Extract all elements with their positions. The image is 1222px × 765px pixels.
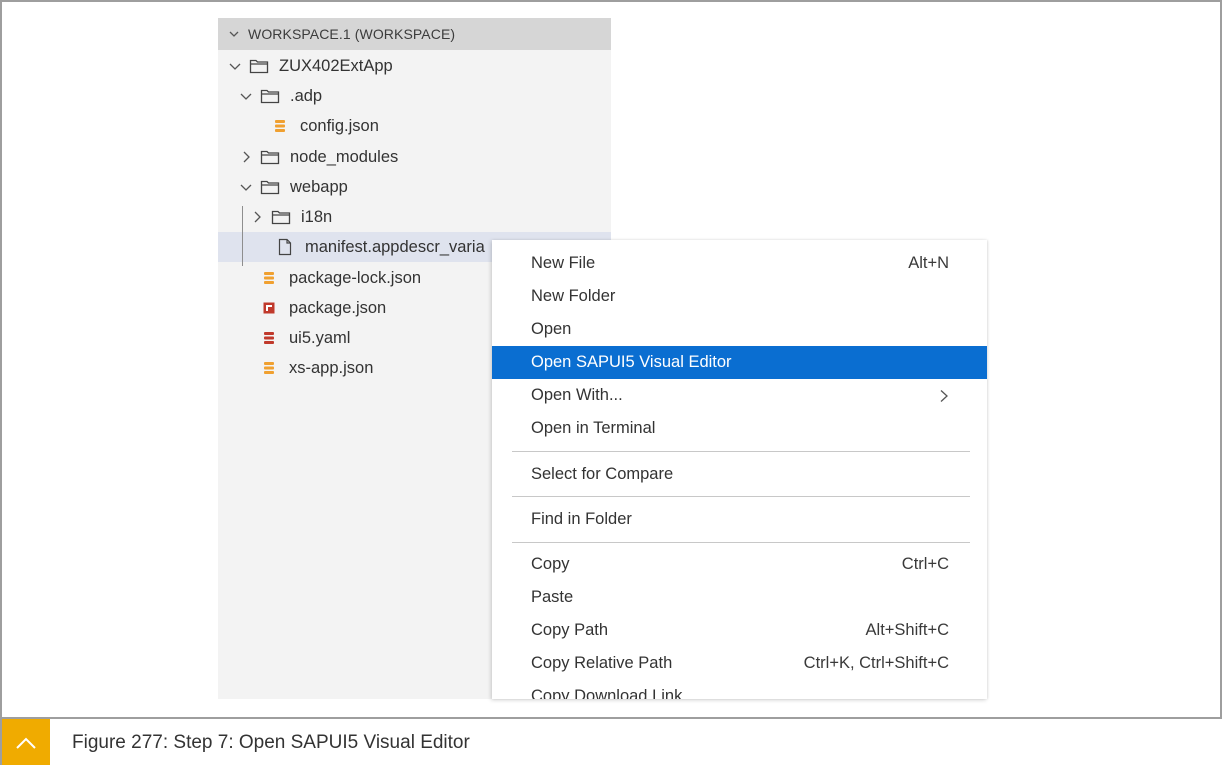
menu-item-open[interactable]: Open <box>492 313 987 346</box>
menu-item-copy-relative-path[interactable]: Copy Relative Path Ctrl+K, Ctrl+Shift+C <box>492 647 987 680</box>
context-menu: New File Alt+N New Folder Open Open SAPU… <box>492 240 987 699</box>
menu-item-find-in-folder[interactable]: Find in Folder <box>492 503 987 536</box>
tree-item-node-modules[interactable]: node_modules <box>218 142 611 172</box>
tree-item-label: ZUX402ExtApp <box>279 56 393 75</box>
menu-item-shortcut: Alt+Shift+C <box>865 621 949 639</box>
tree-item-label: package.json <box>289 298 387 317</box>
figure-caption: Figure 277: Step 7: Open SAPUI5 Visual E… <box>72 732 470 753</box>
tree-item-label: i18n <box>301 207 333 226</box>
chevron-down-icon <box>240 93 252 100</box>
menu-item-label: Open in Terminal <box>531 419 656 437</box>
menu-item-label: Find in Folder <box>531 510 632 528</box>
tree-item-label: xs-app.json <box>289 358 374 377</box>
chevron-up-icon <box>16 737 36 749</box>
menu-item-label: New File <box>531 254 596 272</box>
workspace-title: WORKSPACE.1 (WORKSPACE) <box>248 26 456 42</box>
menu-item-label: New Folder <box>531 287 616 305</box>
folder-icon <box>260 178 280 196</box>
file-icon <box>275 238 295 256</box>
folder-icon <box>271 208 291 226</box>
tree-item-label: package-lock.json <box>289 268 422 287</box>
menu-separator <box>512 496 970 497</box>
figure-frame: WORKSPACE.1 (WORKSPACE) ZUX402ExtApp .ad… <box>0 0 1222 765</box>
tree-item-webapp[interactable]: webapp <box>218 172 611 202</box>
menu-item-label: Open SAPUI5 Visual Editor <box>531 353 732 371</box>
menu-item-open-with[interactable]: Open With... <box>492 379 987 412</box>
tree-item-config-json[interactable]: config.json <box>218 111 611 141</box>
chevron-down-icon <box>229 63 241 70</box>
menu-item-label: Copy Relative Path <box>531 654 673 672</box>
chevron-down-icon <box>240 184 252 191</box>
folder-icon <box>249 57 269 75</box>
tree-item-label: config.json <box>300 116 379 135</box>
tree-item-label: manifest.appdescr_varia <box>305 237 485 256</box>
tree-item-zux402extapp[interactable]: ZUX402ExtApp <box>218 51 611 81</box>
caption-toggle-button[interactable] <box>2 719 50 765</box>
tree-item-label: ui5.yaml <box>289 328 351 347</box>
menu-item-copy[interactable]: Copy Ctrl+C <box>492 548 987 581</box>
menu-item-shortcut: Ctrl+C <box>901 555 949 573</box>
menu-item-new-folder[interactable]: New Folder <box>492 280 987 313</box>
chevron-right-icon <box>243 151 250 163</box>
menu-item-label: Copy Download Link <box>531 687 683 699</box>
yaml-file-icon <box>259 329 279 347</box>
menu-item-open-sapui5-visual-editor[interactable]: Open SAPUI5 Visual Editor <box>492 346 987 379</box>
tree-item-label: webapp <box>290 177 348 196</box>
folder-icon <box>260 87 280 105</box>
menu-item-label: Copy <box>531 555 570 573</box>
menu-item-paste[interactable]: Paste <box>492 581 987 614</box>
menu-item-select-for-compare[interactable]: Select for Compare <box>492 458 987 491</box>
menu-separator <box>512 451 970 452</box>
menu-item-label: Open <box>531 320 572 338</box>
menu-item-label: Paste <box>531 588 574 606</box>
menu-item-copy-download-link[interactable]: Copy Download Link <box>492 680 987 699</box>
chevron-right-icon <box>940 389 948 402</box>
tree-item-i18n[interactable]: i18n <box>218 202 611 232</box>
menu-item-open-in-terminal[interactable]: Open in Terminal <box>492 412 987 445</box>
workspace-header[interactable]: WORKSPACE.1 (WORKSPACE) <box>218 18 611 50</box>
menu-separator <box>512 542 970 543</box>
tree-item-label: node_modules <box>290 147 399 166</box>
menu-item-label: Select for Compare <box>531 465 674 483</box>
indent-guide <box>242 206 243 266</box>
npm-icon <box>259 299 279 317</box>
json-file-icon <box>259 269 279 287</box>
menu-item-shortcut: Ctrl+K, Ctrl+Shift+C <box>803 654 949 672</box>
tree-item-label: .adp <box>290 86 323 105</box>
chevron-right-icon <box>254 211 261 223</box>
menu-item-label: Copy Path <box>531 621 609 639</box>
menu-item-copy-path[interactable]: Copy Path Alt+Shift+C <box>492 614 987 647</box>
json-file-icon <box>270 117 290 135</box>
chevron-down-icon <box>229 31 239 37</box>
tree-item-adp[interactable]: .adp <box>218 81 611 111</box>
json-file-icon <box>259 359 279 377</box>
menu-item-label: Open With... <box>531 386 623 404</box>
menu-item-shortcut: Alt+N <box>908 254 949 272</box>
folder-icon <box>260 148 280 166</box>
menu-item-new-file[interactable]: New File Alt+N <box>492 247 987 280</box>
figure-caption-bar: Figure 277: Step 7: Open SAPUI5 Visual E… <box>2 717 1222 765</box>
